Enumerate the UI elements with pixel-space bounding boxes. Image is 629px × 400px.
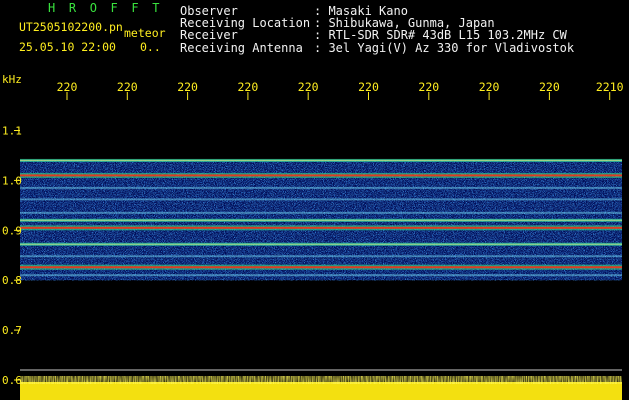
x-tick-label: 220 bbox=[298, 80, 319, 94]
y-tick-label: 0.8 bbox=[2, 274, 22, 287]
y-axis-label: kHz bbox=[2, 73, 22, 86]
signal-line bbox=[20, 211, 622, 214]
signal-line-core bbox=[20, 243, 622, 245]
x-tick-label: 220 bbox=[238, 80, 259, 94]
x-tick-label: 220 bbox=[358, 80, 379, 94]
y-tick-label: 0.7 bbox=[2, 324, 22, 337]
spectrogram-plot: kHz 1.1 1.0 0.9 0.8 0.7 0.6 220 220 220 220 220 220 2… bbox=[2, 73, 624, 400]
signal-line-core bbox=[20, 219, 622, 221]
x-tick-label: 220 bbox=[57, 80, 78, 94]
signal-line bbox=[20, 174, 622, 177]
signal-line bbox=[20, 255, 622, 258]
y-tick-label: 1.0 bbox=[2, 174, 22, 187]
x-tick-label: 220 bbox=[177, 80, 198, 94]
signal-line bbox=[20, 274, 622, 277]
y-tick-label: 1.1 bbox=[2, 125, 22, 138]
x-tick-label: 220 bbox=[418, 80, 439, 94]
bottom-signal-grain bbox=[20, 376, 622, 384]
signal-line-core bbox=[20, 159, 622, 161]
bottom-signal bbox=[20, 369, 622, 400]
spectrogram-screen: H R O F F T UT2505102200.pn meteor 25.05… bbox=[0, 0, 629, 400]
signal-line bbox=[20, 266, 622, 269]
signal-line bbox=[20, 226, 622, 229]
x-tick-label: 220 bbox=[539, 80, 560, 94]
bottom-signal-fill bbox=[20, 382, 622, 400]
x-tick-label: 2210 bbox=[596, 80, 624, 94]
y-tick-label: 0.6 bbox=[2, 374, 22, 387]
signal-line bbox=[20, 186, 622, 189]
signal-line bbox=[20, 198, 622, 201]
x-tick-label: 220 bbox=[479, 80, 500, 94]
y-tick-label: 0.9 bbox=[2, 224, 22, 237]
x-tick-label: 220 bbox=[117, 80, 138, 94]
